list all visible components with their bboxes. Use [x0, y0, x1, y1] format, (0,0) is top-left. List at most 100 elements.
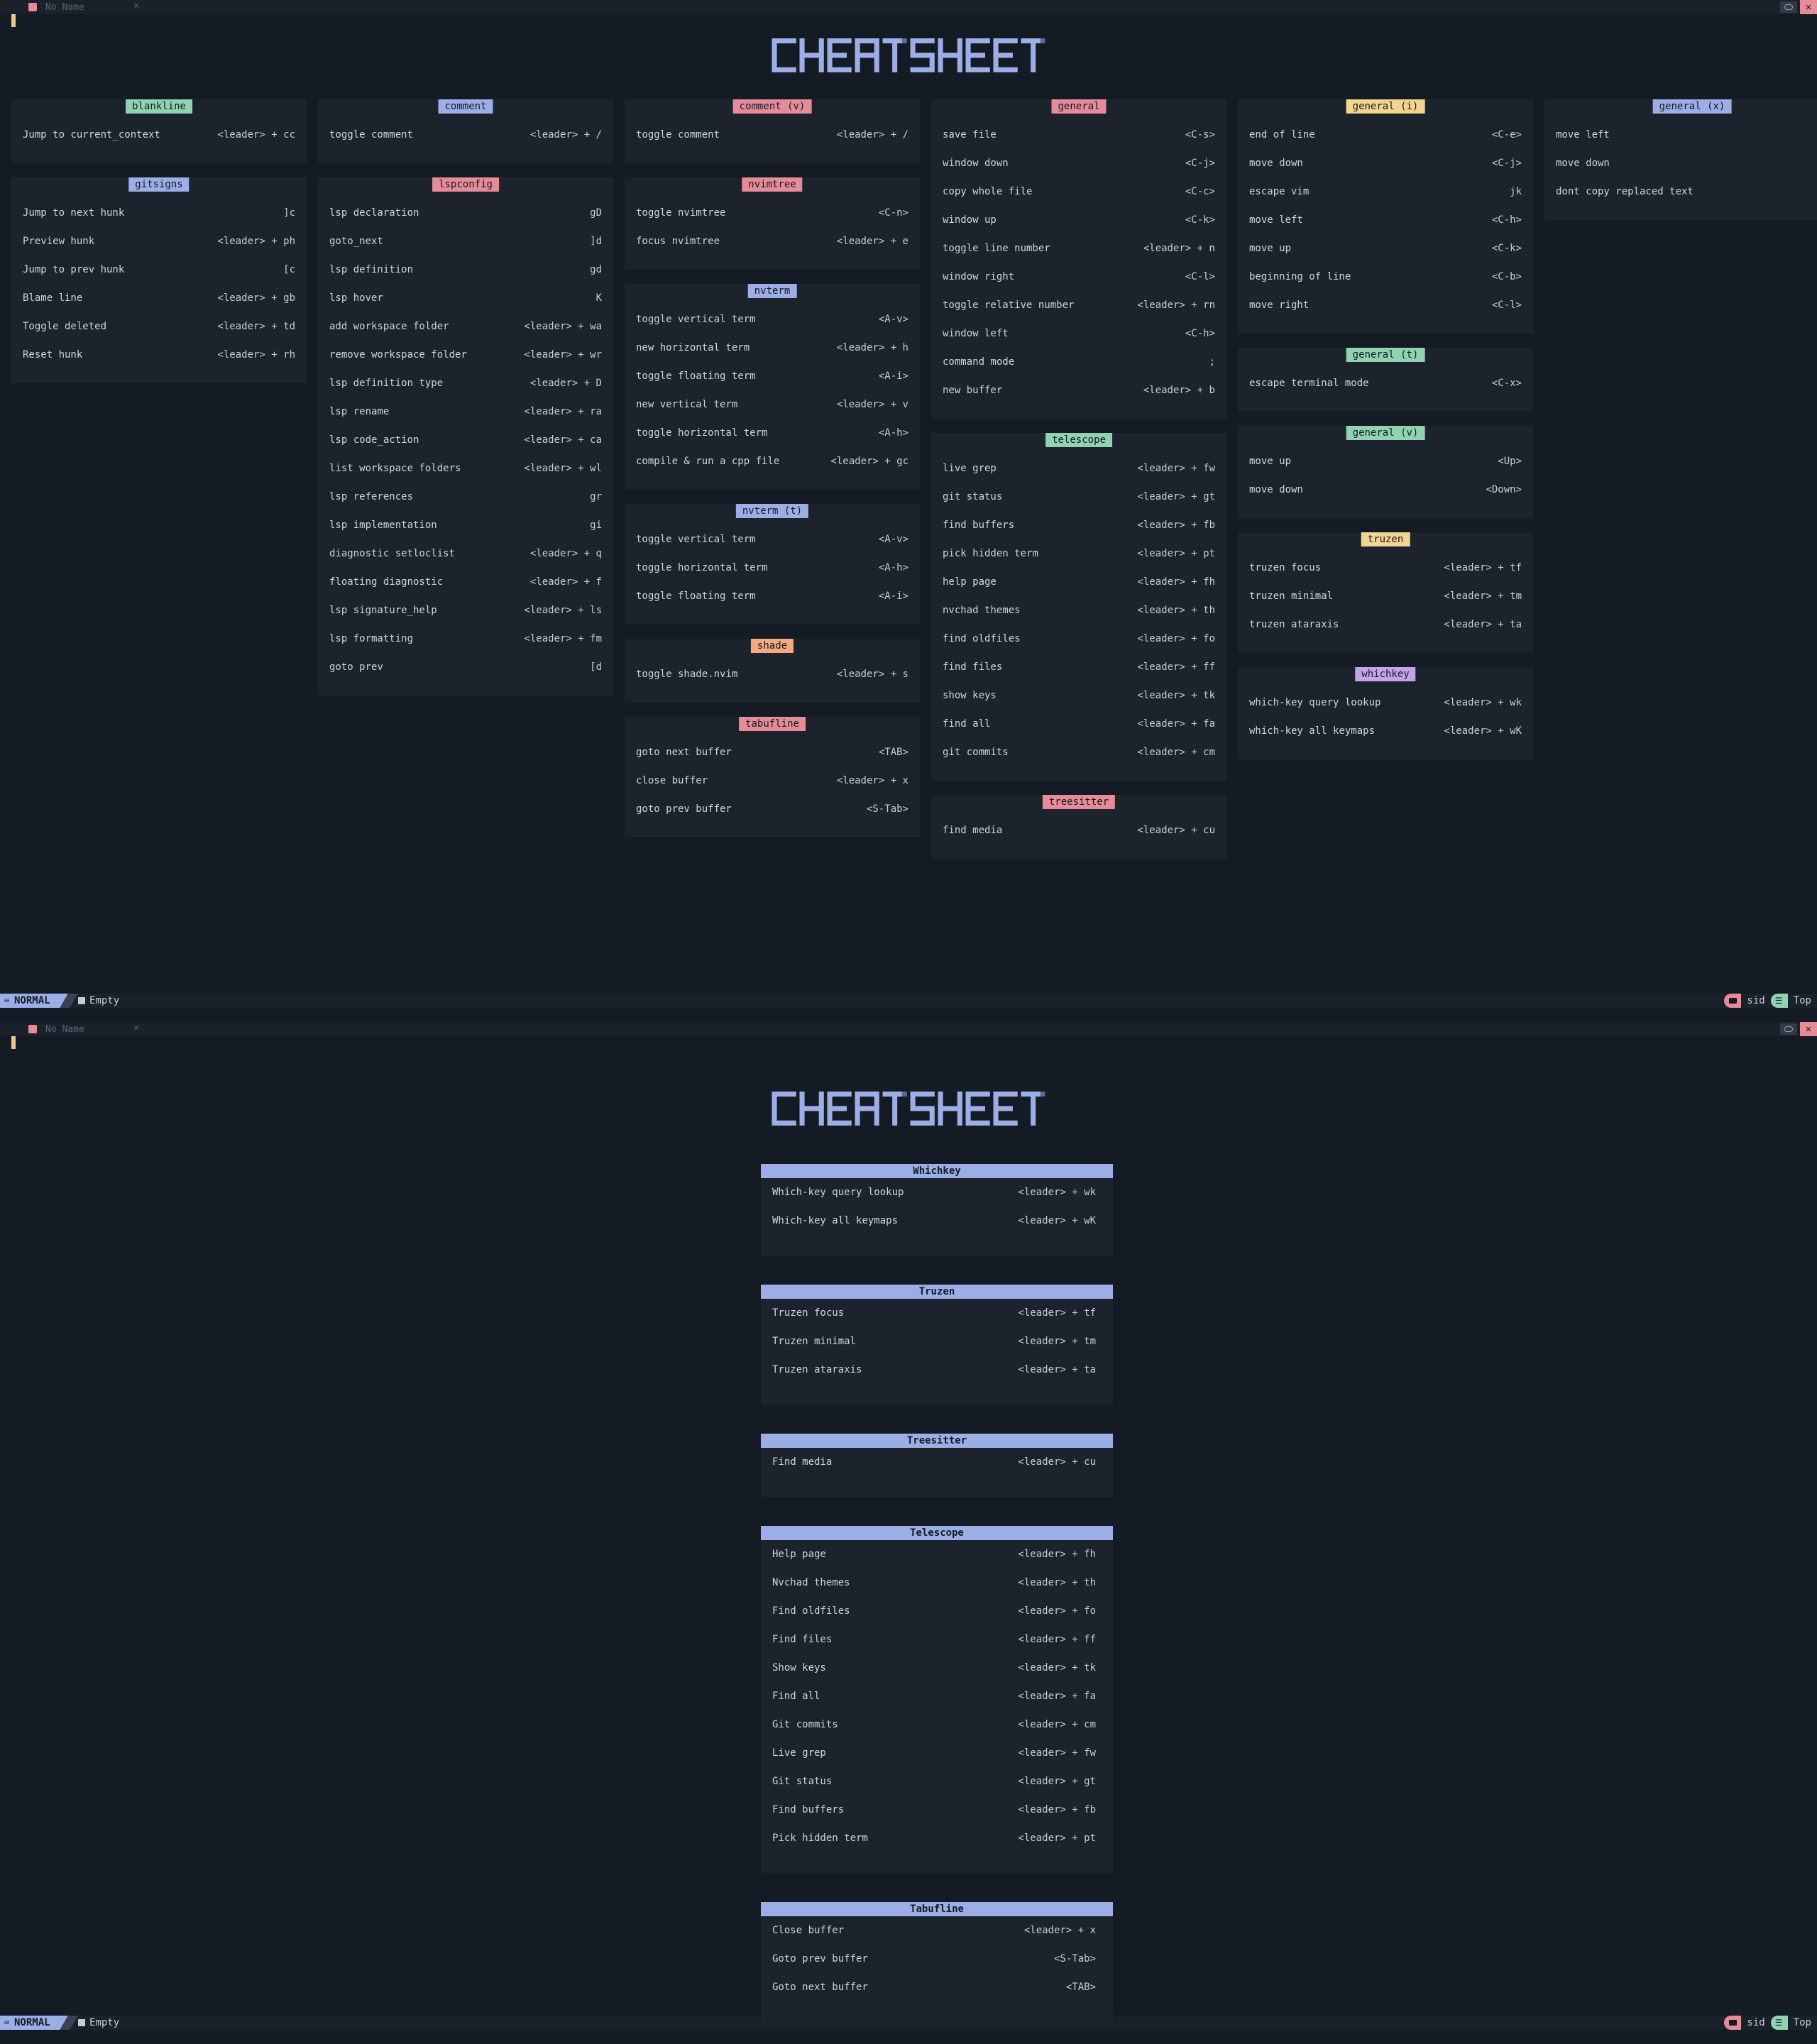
keymap-keys: <leader> + wK: [1444, 725, 1522, 737]
keymap-keys: <leader> + q: [529, 548, 602, 559]
keymap-row: compile & run a cpp file <leader> + gc: [636, 454, 908, 468]
keymap-keys: <leader> + ta: [1018, 1364, 1096, 1375]
close-all-button[interactable]: ✕: [1800, 0, 1817, 14]
keymap-row: toggle horizontal term <A-h>: [636, 561, 908, 575]
keymap-description: find buffers: [943, 520, 1015, 531]
keymap-row: find oldfiles <leader> + fo: [943, 632, 1215, 646]
keymap-row: lsp declaration gD: [329, 206, 602, 220]
keymap-description: save file: [943, 129, 997, 141]
keymap-row: toggle line number <leader> + n: [943, 241, 1215, 256]
cheatsheet-list-view: No Name×✕⌨NORMALEmptysidTopWhichkeyWhich…: [0, 1022, 1817, 2044]
section-title: general (x): [1652, 99, 1732, 114]
position-label: Top: [1793, 995, 1811, 1006]
keymap-keys: <leader> + tf: [1444, 562, 1522, 573]
keymap-row: Which-key all keymaps <leader> + wK: [772, 1214, 1096, 1228]
keymap-description: Truzen minimal: [772, 1336, 857, 1347]
file-info: Empty: [78, 994, 119, 1008]
close-all-button[interactable]: ✕: [1800, 1022, 1817, 1036]
keymap-keys: <leader> + th: [1018, 1577, 1096, 1588]
cheatsheet-section: nvterm (t) toggle vertical term <A-v> toggl…: [625, 504, 920, 625]
keymap-keys: <leader> + ff: [1018, 1634, 1096, 1645]
keymap-row: goto next buffer <TAB>: [636, 745, 908, 759]
keymap-keys: gD: [590, 207, 602, 219]
keymap-keys: <C-h>: [1185, 328, 1215, 339]
keymap-row: Truzen ataraxis <leader> + ta: [772, 1363, 1096, 1377]
keymap-description: Blame line: [23, 292, 83, 304]
cheatsheet-section: truzen truzen focus <leader> + tf truzen mi…: [1238, 532, 1533, 653]
theme-toggle-button[interactable]: [1780, 1023, 1797, 1035]
section-title: Treesitter: [761, 1434, 1113, 1448]
keymap-description: truzen minimal: [1249, 590, 1334, 602]
keymap-row: Help page <leader> + fh: [772, 1547, 1096, 1561]
keymap-description: find oldfiles: [943, 633, 1021, 644]
keymap-row: list workspace folders <leader> + wl: [329, 461, 602, 476]
keymap-keys: <C-s>: [1185, 129, 1215, 141]
keymap-keys: <A-h>: [878, 562, 908, 573]
keymap-keys: <leader> + /: [529, 129, 602, 141]
keymap-row: lsp definition type <leader> + D: [329, 376, 602, 390]
cheatsheet-section: treesitter find media <leader> + cu: [931, 795, 1226, 859]
keymap-row: toggle shade.nvim <leader> + s: [636, 667, 908, 681]
keymap-row: Truzen minimal <leader> + tm: [772, 1334, 1096, 1348]
keymap-description: Help page: [772, 1549, 826, 1560]
section-title: general (t): [1346, 348, 1425, 362]
keymap-row: toggle vertical term <A-v>: [636, 312, 908, 326]
section-title: blankline: [126, 99, 192, 114]
keymap-description: copy whole file: [943, 186, 1033, 197]
keymap-keys: [c: [283, 264, 295, 275]
section-title: treesitter: [1042, 795, 1116, 809]
keymap-description: end of line: [1249, 129, 1315, 141]
statusline-right: sid Top: [1724, 994, 1817, 1008]
keymap-keys: <C-k>: [1185, 214, 1215, 226]
keymap-row: focus nvimtree <leader> + e: [636, 234, 908, 248]
keymap-row: move up <C-k>: [1249, 241, 1522, 256]
file-icon: [28, 3, 37, 11]
cheatsheet-section: nvterm toggle vertical term <A-v> new horiz…: [625, 284, 920, 490]
cwd-label: sid: [1747, 995, 1765, 1006]
keymap-description: Jump to next hunk: [23, 207, 125, 219]
section-title: lspconfig: [432, 177, 499, 192]
buffer-tab-name: No Name: [45, 1, 84, 13]
keymap-description: which-key all keymaps: [1249, 725, 1376, 737]
keymap-description: which-key query lookup: [1249, 697, 1381, 708]
keymap-keys: <leader> + ra: [524, 406, 602, 417]
buffer-tab[interactable]: No Name ×: [28, 1022, 142, 1036]
keymap-row: git commits <leader> + cm: [943, 745, 1215, 759]
keymap-keys: <leader> + tm: [1444, 590, 1522, 602]
keymap-keys: <C-e>: [1491, 129, 1522, 141]
keymap-description: lsp code_action: [329, 434, 419, 446]
keymap-row: beginning of line <C-b>: [1249, 270, 1522, 284]
keymap-row: save file <C-s>: [943, 128, 1215, 142]
keymap-keys: <leader> + fo: [1137, 633, 1215, 644]
theme-toggle-button[interactable]: [1780, 1, 1797, 13]
close-tab-icon[interactable]: ×: [133, 1, 139, 11]
keymap-row: end of line <C-e>: [1249, 128, 1522, 142]
keymap-keys: gd: [590, 264, 602, 275]
section-title: Whichkey: [761, 1164, 1113, 1178]
statusline: ⌨ NORMAL Empty sid Top: [0, 994, 1817, 1008]
cheatsheet-section: general (i) end of line <C-e> move down <C-j…: [1238, 99, 1533, 334]
keymap-row: new horizontal term <leader> + h: [636, 341, 908, 355]
keymap-row: git status <leader> + gt: [943, 490, 1215, 504]
close-tab-icon[interactable]: ×: [133, 1023, 139, 1033]
keymap-row: window right <C-l>: [943, 270, 1215, 284]
cheatsheet-section: Treesitter Find media <leader> + cu: [761, 1434, 1113, 1498]
keymap-keys: <leader> + pt: [1018, 1833, 1096, 1844]
keymap-keys: <A-v>: [878, 314, 908, 325]
keymap-keys: <leader> + fm: [524, 633, 602, 644]
keymap-keys: <leader> + fh: [1137, 576, 1215, 588]
keymap-description: pick hidden term: [943, 548, 1038, 559]
section-title: general (v): [1346, 426, 1425, 440]
keymap-description: git status: [943, 491, 1003, 502]
keymap-keys: <A-i>: [878, 590, 908, 602]
keymap-keys: <leader> + wK: [1018, 1215, 1096, 1226]
keymap-row: show keys <leader> + tk: [943, 688, 1215, 703]
buffer-tab[interactable]: No Name ×: [28, 0, 142, 14]
keymap-keys: <S-Tab>: [1053, 1953, 1096, 1965]
cheatsheet-section: general save file <C-s> window down <C-j> cop…: [931, 99, 1226, 419]
keymap-row: find files <leader> + ff: [943, 660, 1215, 674]
keymap-row: goto prev [d: [329, 660, 602, 674]
keymap-description: Jump to prev hunk: [23, 264, 125, 275]
cheatsheet-section: Telescope Help page <leader> + fh Nvchad th…: [761, 1526, 1113, 1874]
keymap-keys: <leader> + n: [1143, 243, 1215, 254]
